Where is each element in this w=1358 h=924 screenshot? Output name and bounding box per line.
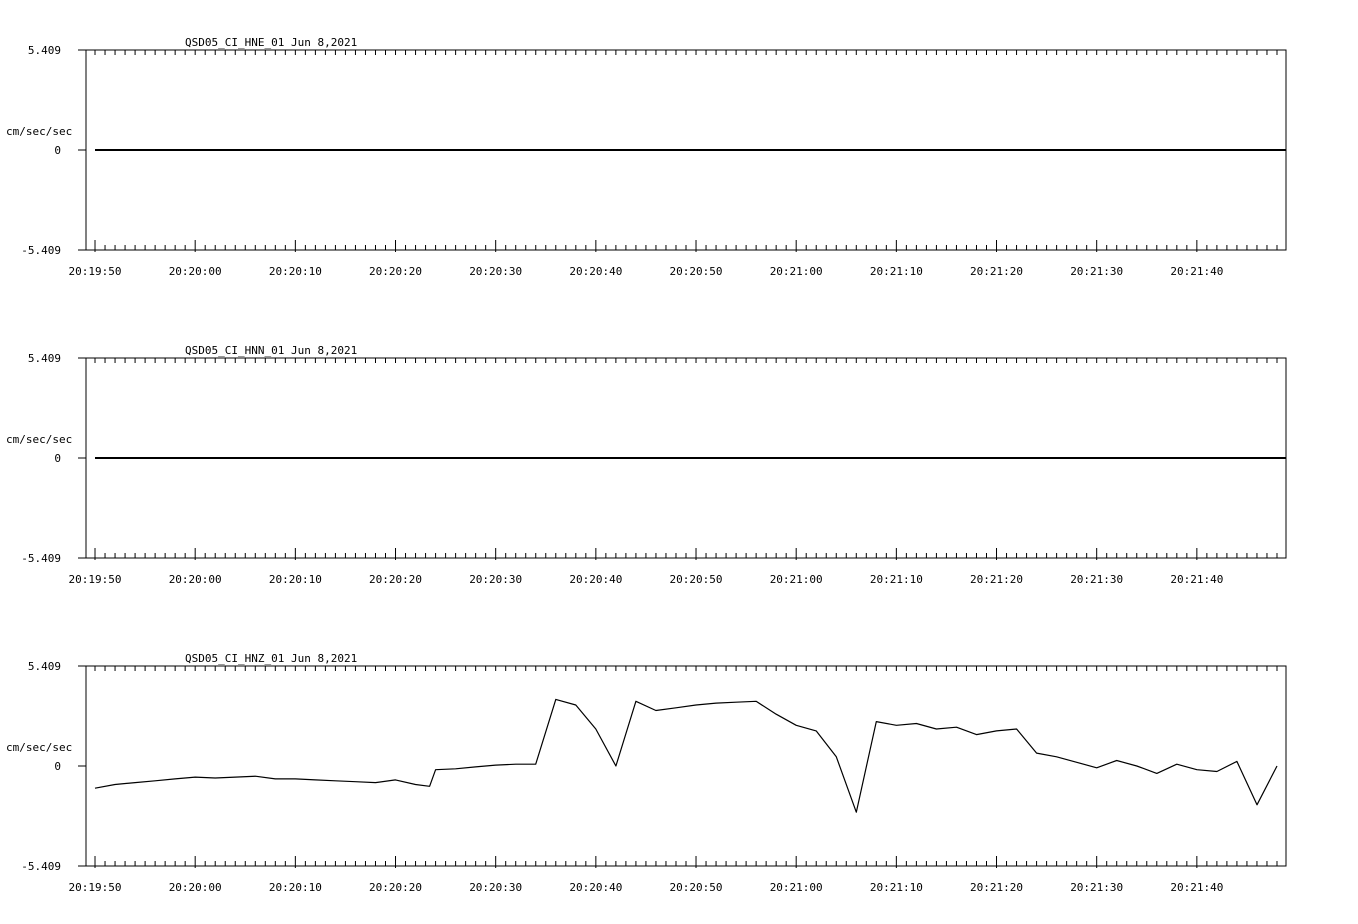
x-tick-label: 20:20:00 (169, 573, 222, 586)
x-tick-label: 20:21:10 (870, 573, 923, 586)
y-tick-label: 5.409 (28, 352, 61, 365)
x-tick-label: 20:20:20 (369, 573, 422, 586)
chart-panel-2: QSD05_CI_HNN_01 Jun 8,2021 5.409 0 -5.409 cm… (6, 344, 1287, 586)
x-tick-label: 20:19:50 (69, 573, 122, 586)
x-tick-label: 20:21:10 (870, 265, 923, 278)
x-tick-label: 20:20:40 (569, 881, 622, 894)
chart-title: QSD05_CI_HNE_01 Jun 8,2021 (185, 36, 357, 49)
y-tick-label: 0 (54, 452, 61, 465)
x-tick-label: 20:20:40 (569, 265, 622, 278)
x-tick-label: 20:21:00 (770, 573, 823, 586)
x-tick-label: 20:21:20 (970, 573, 1023, 586)
x-tick-label: 20:20:50 (670, 265, 723, 278)
x-tick-label: 20:21:40 (1170, 881, 1223, 894)
y-axis-label: cm/sec/sec (6, 125, 72, 138)
x-tick-label: 20:20:10 (269, 265, 322, 278)
y-tick-label: 0 (54, 144, 61, 157)
y-tick-label: 0 (54, 760, 61, 773)
x-tick-label: 20:21:40 (1170, 573, 1223, 586)
chart-title: QSD05_CI_HNN_01 Jun 8,2021 (185, 344, 357, 357)
y-axis-label: cm/sec/sec (6, 741, 72, 754)
x-tick-label: 20:20:30 (469, 881, 522, 894)
y-tick-label: -5.409 (21, 860, 61, 873)
x-tick-label: 20:21:30 (1070, 881, 1123, 894)
x-tick-label: 20:20:10 (269, 881, 322, 894)
x-tick-label: 20:20:40 (569, 573, 622, 586)
x-tick-label: 20:21:00 (770, 265, 823, 278)
plot-frame (85, 665, 1287, 867)
x-tick-label: 20:21:40 (1170, 265, 1223, 278)
y-tick-label: -5.409 (21, 552, 61, 565)
x-tick-label: 20:19:50 (69, 265, 122, 278)
y-axis-label: cm/sec/sec (6, 433, 72, 446)
chart-panel-3: QSD05_CI_HNZ_01 Jun 8,2021 5.409 0 -5.409 cm… (6, 652, 1287, 894)
x-tick-label: 20:21:20 (970, 265, 1023, 278)
chart-title: QSD05_CI_HNZ_01 Jun 8,2021 (185, 652, 357, 665)
x-tick-label: 20:21:00 (770, 881, 823, 894)
y-tick-label: 5.409 (28, 660, 61, 673)
x-tick-label: 20:21:30 (1070, 265, 1123, 278)
x-tick-label: 20:20:50 (670, 881, 723, 894)
x-tick-label: 20:20:30 (469, 573, 522, 586)
y-tick-label: -5.409 (21, 244, 61, 257)
x-tick-label: 20:21:10 (870, 881, 923, 894)
x-tick-label: 20:21:20 (970, 881, 1023, 894)
x-tick-label: 20:20:10 (269, 573, 322, 586)
x-tick-label: 20:20:50 (670, 573, 723, 586)
x-tick-label: 20:19:50 (69, 881, 122, 894)
x-tick-label: 20:21:30 (1070, 573, 1123, 586)
x-tick-label: 20:20:00 (169, 265, 222, 278)
x-tick-label: 20:20:30 (469, 265, 522, 278)
series-line (94, 698, 1278, 813)
y-tick-label: 5.409 (28, 44, 61, 57)
x-tick-label: 20:20:00 (169, 881, 222, 894)
seismogram-figure: QSD05_CI_HNE_01 Jun 8,2021 5.409 0 -5.409 cm… (6, 36, 1287, 894)
x-tick-label: 20:20:20 (369, 881, 422, 894)
chart-panel-1: QSD05_CI_HNE_01 Jun 8,2021 5.409 0 -5.409 cm… (6, 36, 1287, 278)
x-tick-label: 20:20:20 (369, 265, 422, 278)
